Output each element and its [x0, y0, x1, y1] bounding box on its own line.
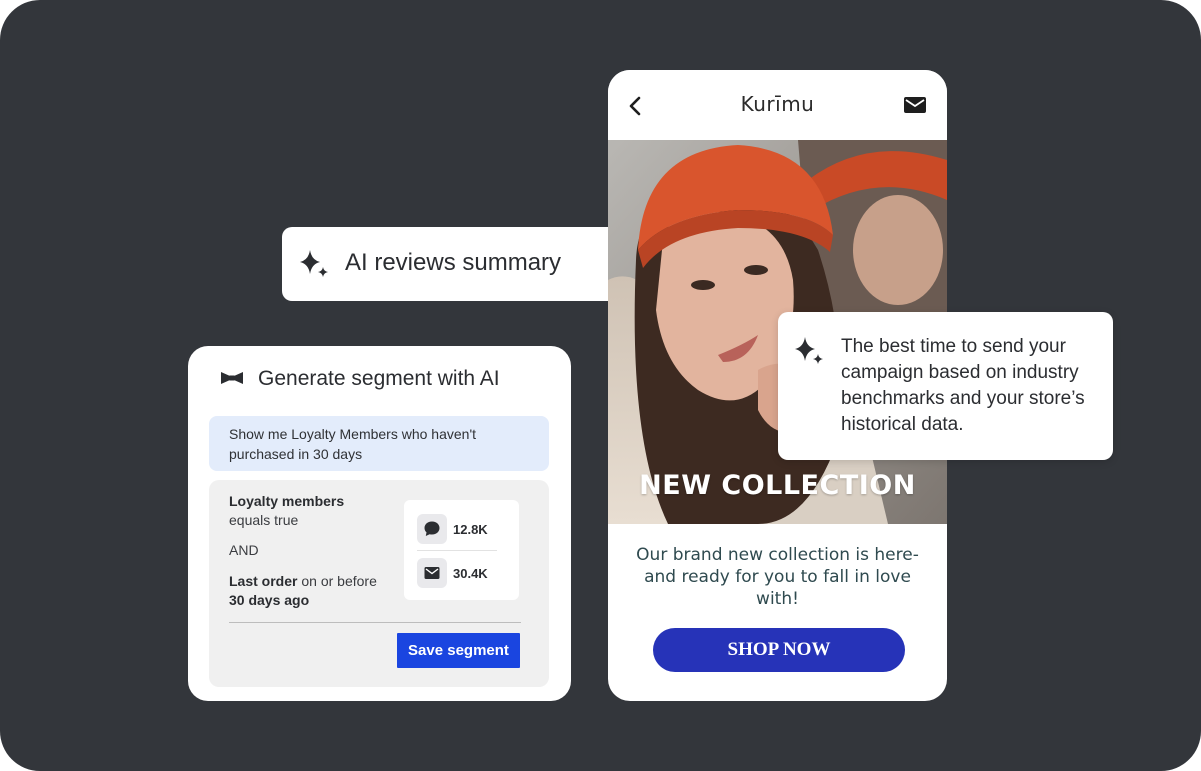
stat-sms-value: 12.8K [453, 522, 488, 537]
stat-email-value: 30.4K [453, 566, 488, 581]
chat-bubble-icon [417, 514, 447, 544]
criteria-last-order-value: 30 days ago [229, 592, 310, 608]
best-send-time-card: The best time to send your campaign base… [778, 312, 1113, 460]
stat-divider [417, 550, 497, 551]
mail-icon [417, 558, 447, 588]
bowtie-icon [220, 370, 244, 386]
canvas: Kurīmu NEW COLLECTION Our brand new coll… [0, 0, 1201, 771]
ai-prompt-text: Show me Loyalty Members who haven't purc… [229, 426, 477, 462]
brand-logo: Kurīmu [740, 92, 815, 116]
stat-email: 30.4K [417, 558, 512, 590]
ai-reviews-summary-label: AI reviews summary [345, 249, 562, 276]
criteria-divider [229, 622, 521, 623]
criteria-operator: AND [229, 542, 259, 558]
promo-text: Our brand new collection is here- and re… [636, 545, 919, 609]
ai-reviews-summary-card[interactable]: AI reviews summary [282, 227, 608, 301]
save-segment-button[interactable]: Save segment [397, 633, 520, 668]
stat-sms: 12.8K [417, 514, 512, 546]
hero-title: NEW COLLECTION [639, 470, 916, 501]
generate-segment-card: Generate segment with AI Show me Loyalty… [188, 346, 571, 701]
segment-criteria-panel: Loyalty members equals true AND Last ord… [209, 480, 549, 687]
ai-prompt-input[interactable]: Show me Loyalty Members who haven't purc… [209, 416, 549, 471]
shop-now-button[interactable]: SHOP NOW [653, 628, 905, 672]
criteria-loyalty-condition: equals true [229, 512, 299, 528]
criteria-loyalty: Loyalty members equals true [229, 492, 344, 530]
criteria-last-order-field: Last order [229, 573, 298, 589]
segment-card-title: Generate segment with AI [258, 367, 500, 390]
criteria-last-order: Last order on or before 30 days ago [229, 572, 389, 610]
phone-header: Kurīmu [608, 70, 947, 140]
segment-stats: 12.8K 30.4K [404, 500, 519, 600]
sparkle-icon [793, 335, 825, 367]
criteria-last-order-condition: on or before [297, 573, 377, 589]
mail-icon[interactable] [903, 94, 927, 116]
criteria-loyalty-field: Loyalty members [229, 493, 345, 509]
best-send-time-text: The best time to send your campaign base… [841, 336, 1085, 435]
sparkle-icon [298, 248, 330, 280]
